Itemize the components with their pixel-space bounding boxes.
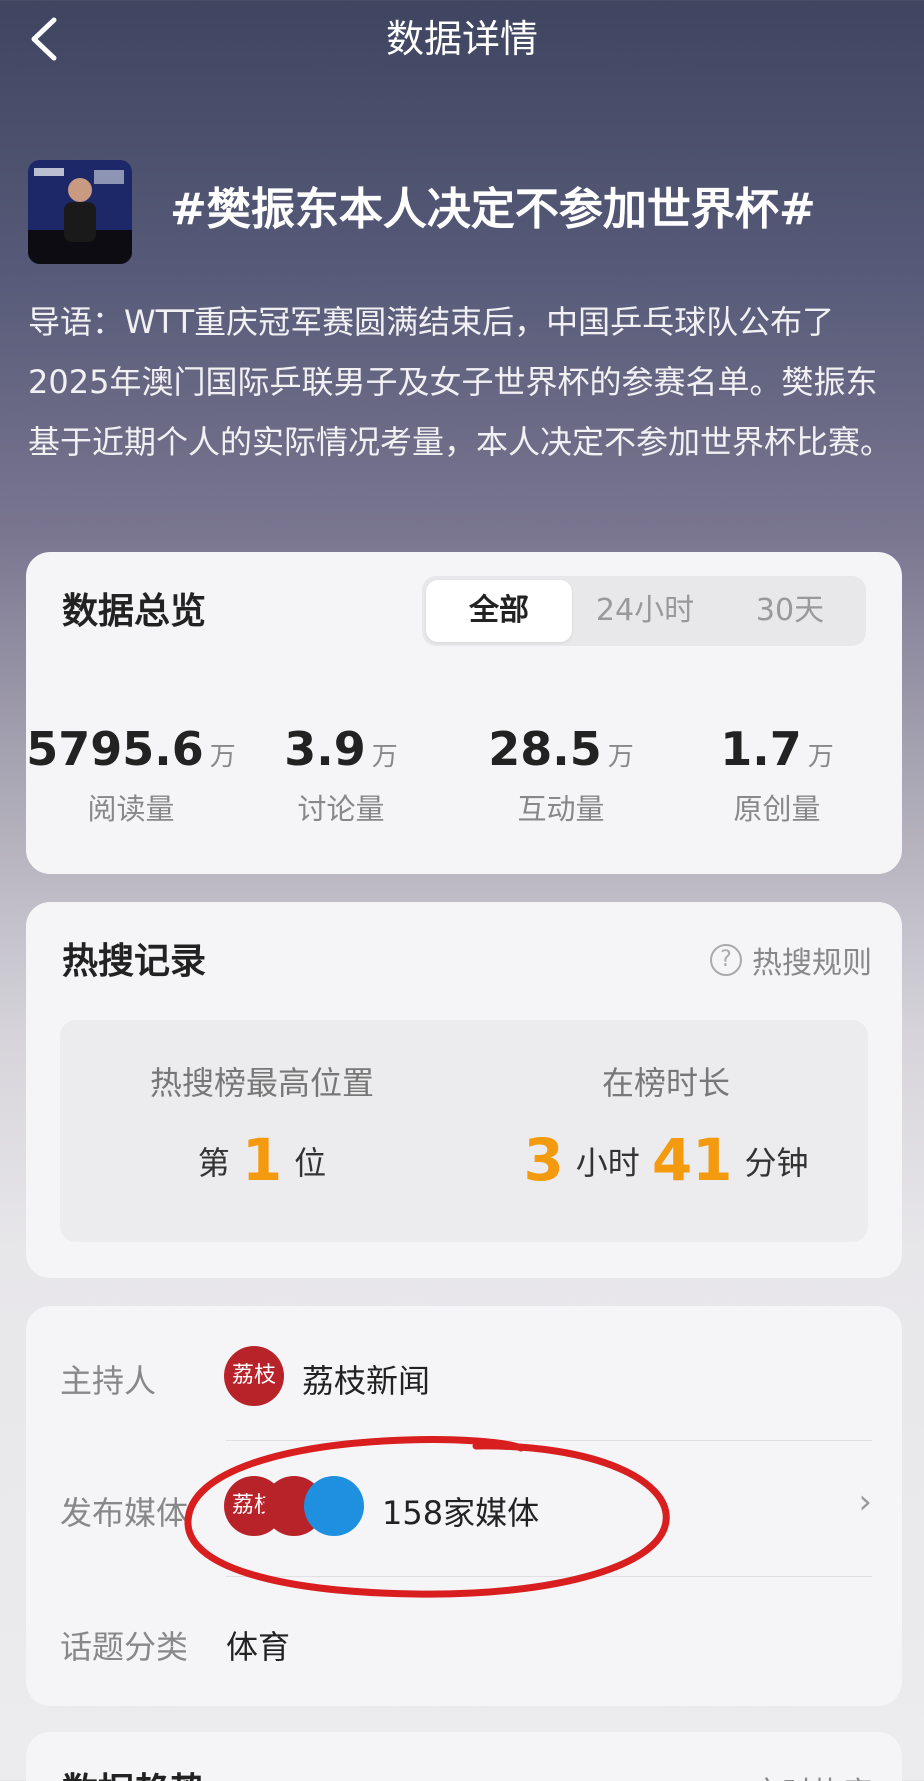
- stat-discuss: 3.9 万 讨论量: [236, 722, 446, 828]
- host-name[interactable]: 荔枝新闻: [302, 1356, 430, 1402]
- category-value: 体育: [226, 1628, 291, 1666]
- highest-suffix: 位: [294, 1144, 327, 1182]
- hot-search-rules-label: 热搜规则: [752, 946, 872, 981]
- stat-read-value: 5795.6: [26, 722, 204, 776]
- topic-info-card: 主持人 荔枝 荔枝新闻 发布媒体 荔枝 158家媒体 › 话题分类 体育: [26, 1306, 902, 1706]
- realtime-heat-label[interactable]: 实时热度: [752, 1768, 872, 1781]
- stat-interact-unit: 万: [607, 742, 634, 772]
- stat-interact-value: 28.5: [488, 722, 602, 776]
- media-avatar-3: [304, 1476, 364, 1536]
- stat-read-label: 阅读量: [87, 792, 175, 826]
- duration-on-list: 在榜时长 3 小时 41 分钟: [464, 1058, 868, 1194]
- duration-hours-unit: 小时: [575, 1144, 640, 1182]
- stat-discuss-label: 讨论量: [297, 792, 385, 826]
- highest-value: 1: [241, 1126, 283, 1194]
- stat-original-label: 原创量: [733, 792, 821, 826]
- media-count: 158家媒体: [382, 1494, 540, 1532]
- stat-read-unit: 万: [209, 742, 236, 772]
- hot-search-rules-link[interactable]: ? 热搜规则: [710, 938, 872, 982]
- hot-search-title: 热搜记录: [62, 941, 207, 982]
- overview-title: 数据总览: [62, 591, 207, 632]
- hot-search-card: 热搜记录 ? 热搜规则 热搜榜最高位置 第1位 在榜时长 3 小时 41 分钟: [26, 902, 902, 1278]
- topic-thumbnail-image: [28, 160, 132, 264]
- time-range-tabs: 全部 24小时 30天: [422, 576, 866, 646]
- question-icon: ?: [710, 944, 742, 976]
- stat-original-value: 1.7: [720, 722, 802, 776]
- tab-24h[interactable]: 24小时: [576, 580, 714, 642]
- stat-discuss-value: 3.9: [284, 722, 366, 776]
- stat-read: 5795.6 万 阅读量: [26, 722, 236, 828]
- page-title: 数据详情: [385, 17, 538, 61]
- top-bar: 数据详情: [0, 0, 924, 80]
- stat-original-unit: 万: [807, 742, 834, 772]
- divider: [226, 1440, 872, 1441]
- stat-discuss-unit: 万: [371, 742, 398, 772]
- duration-minutes: 41: [651, 1126, 733, 1194]
- trend-title: 数据趋势: [62, 1762, 206, 1781]
- duration-hours: 3: [523, 1126, 564, 1194]
- tab-all[interactable]: 全部: [426, 580, 572, 642]
- topic-title: #樊振东本人决定不参加世界杯#: [170, 184, 816, 235]
- hot-search-stats: 热搜榜最高位置 第1位 在榜时长 3 小时 41 分钟: [60, 1020, 868, 1242]
- tab-30d[interactable]: 30天: [718, 580, 862, 642]
- highest-position: 热搜榜最高位置 第1位: [60, 1058, 464, 1194]
- host-label: 主持人: [60, 1362, 157, 1400]
- media-label: 发布媒体: [60, 1494, 189, 1532]
- topic-lead-text: 导语：WTT重庆冠军赛圆满结束后，中国乒乓球队公布了2025年澳门国际乒联男子及…: [28, 303, 893, 461]
- stat-original: 1.7 万 原创量: [672, 722, 882, 828]
- duration-minutes-unit: 分钟: [744, 1144, 809, 1182]
- highest-position-label: 热搜榜最高位置: [149, 1064, 374, 1102]
- data-overview-card: 数据总览 全部 24小时 30天 5795.6 万 阅读量 3.9 万 讨论量 28…: [26, 552, 902, 874]
- divider: [226, 1576, 872, 1577]
- highest-prefix: 第: [197, 1144, 230, 1182]
- host-avatar[interactable]: 荔枝: [224, 1346, 284, 1406]
- duration-label: 在榜时长: [601, 1064, 730, 1102]
- data-trend-card: 数据趋势 实时热度: [26, 1732, 902, 1781]
- stat-interact-label: 互动量: [517, 792, 605, 826]
- chevron-right-icon[interactable]: ›: [858, 1482, 872, 1522]
- stat-interact: 28.5 万 互动量: [456, 722, 666, 828]
- category-label: 话题分类: [60, 1628, 189, 1666]
